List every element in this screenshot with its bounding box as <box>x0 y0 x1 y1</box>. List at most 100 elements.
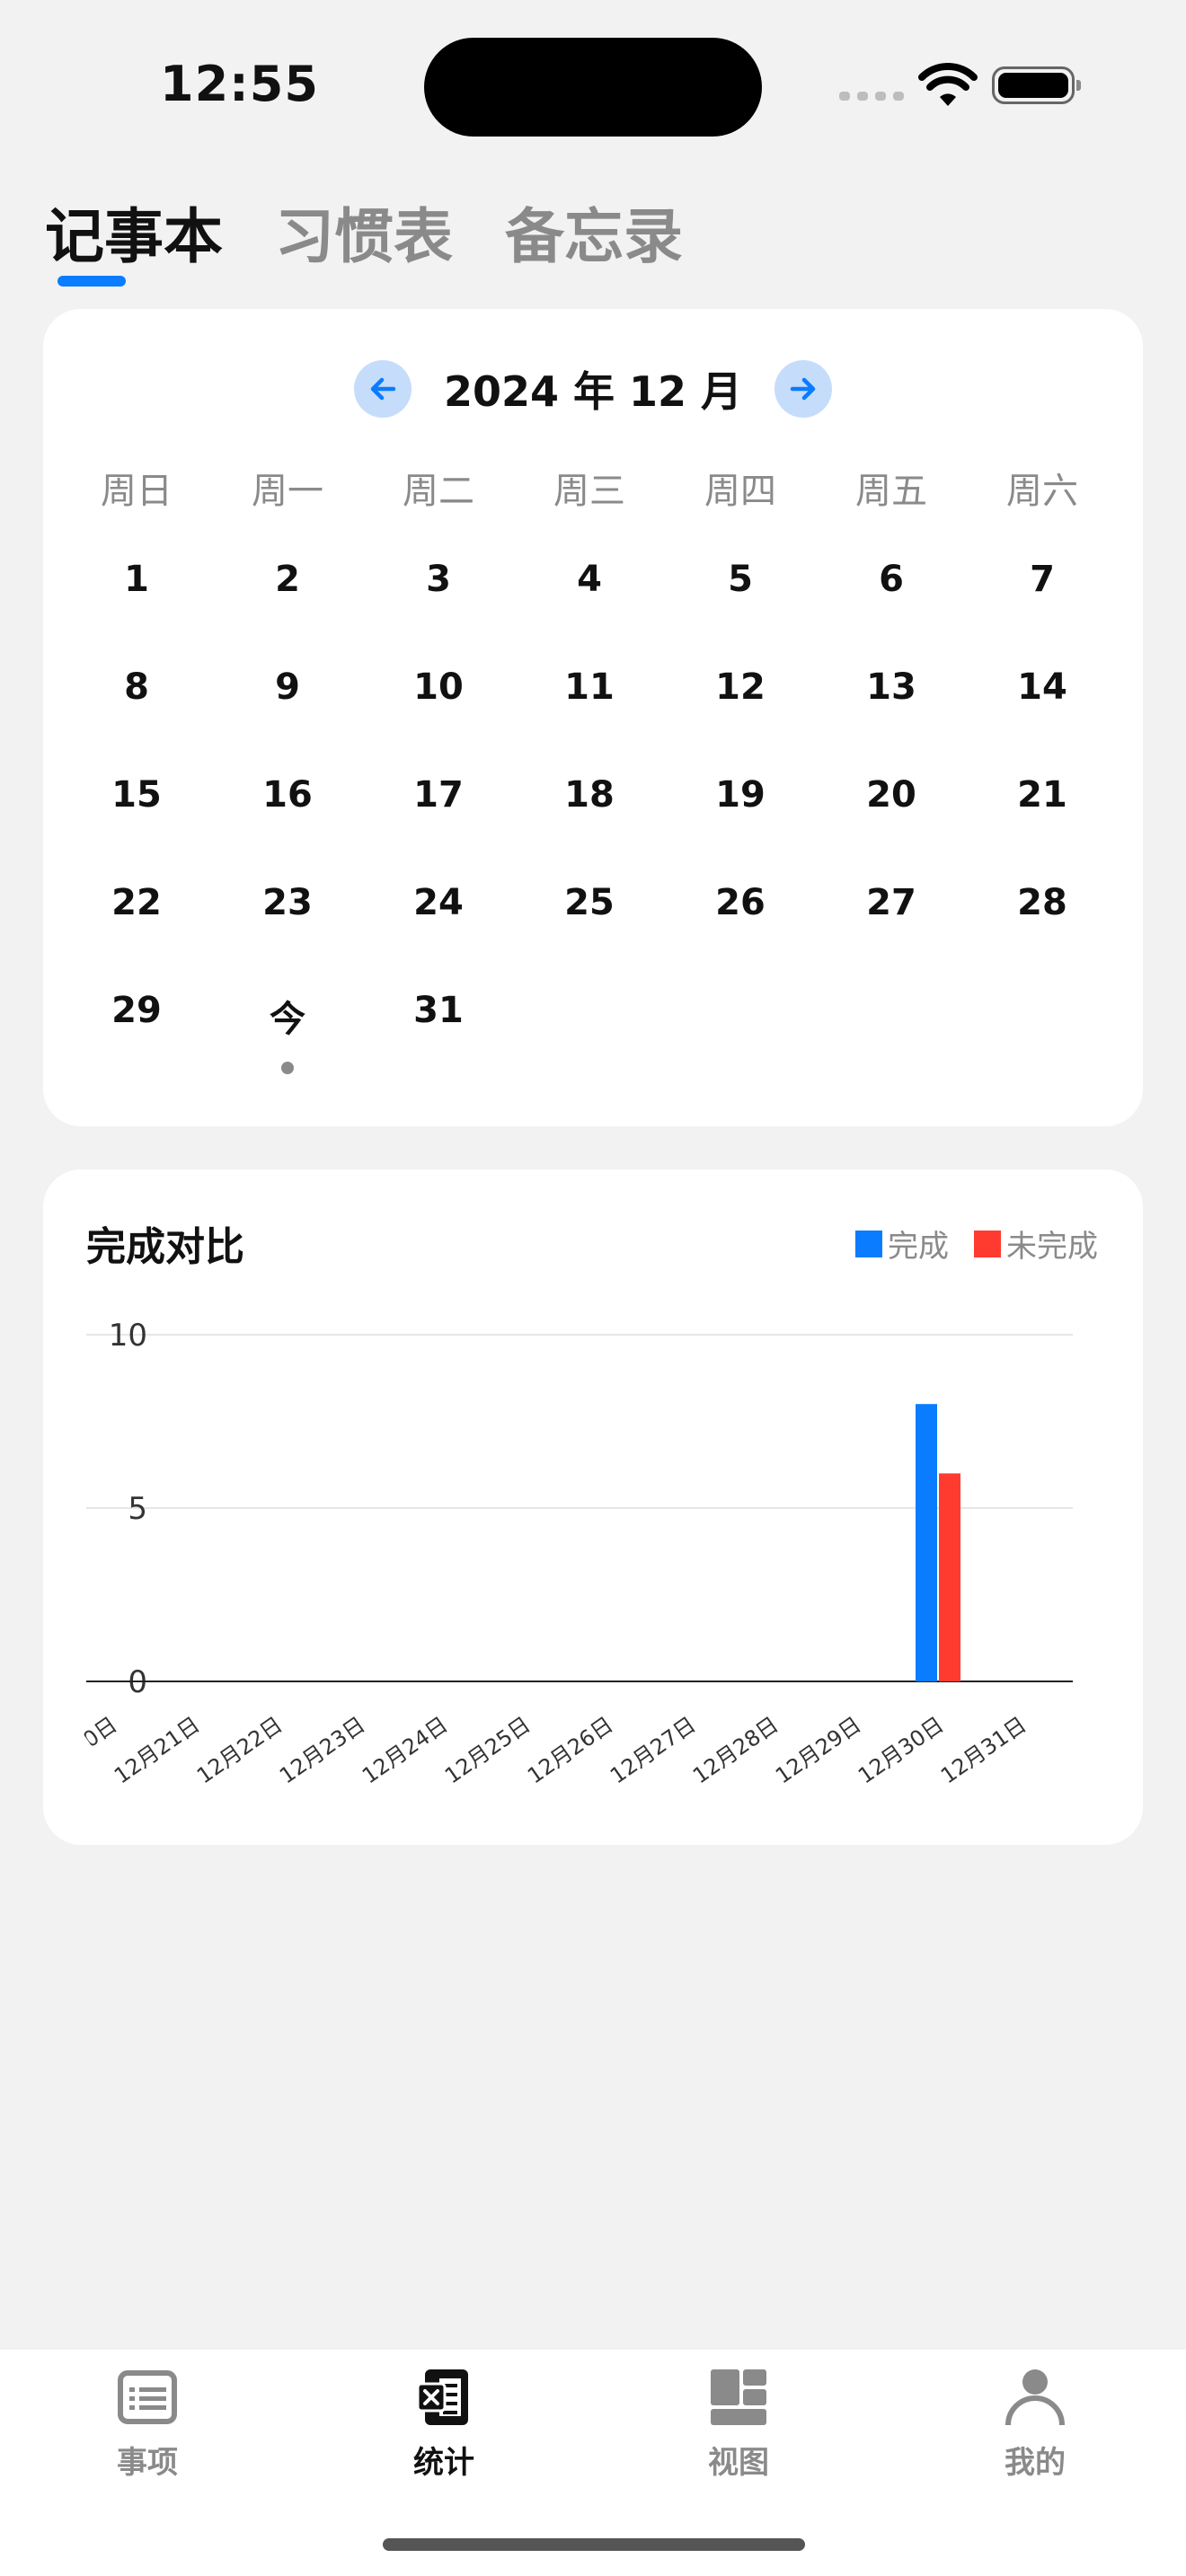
x-tick-label: 12月21日 <box>110 1712 204 1789</box>
tabbar-item-stats[interactable]: 统计 <box>354 2366 534 2482</box>
calendar-day[interactable]: 10 <box>363 666 514 774</box>
next-month-button[interactable] <box>774 360 833 418</box>
calendar-day[interactable]: 23 <box>212 882 363 990</box>
calendar-day-label: 24 <box>413 882 464 923</box>
calendar-day[interactable]: 13 <box>816 666 967 774</box>
month-navigation: 2024 年 12 月 <box>43 359 1143 419</box>
calendar-day[interactable]: 26 <box>665 882 816 990</box>
calendar-day-label: 18 <box>564 774 615 816</box>
calendar-day[interactable]: 15 <box>61 774 212 882</box>
calendar-day[interactable]: 17 <box>363 774 514 882</box>
calendar-day-label: 11 <box>564 666 615 708</box>
home-indicator <box>383 2538 805 2551</box>
month-title: 2024 年 12 月 <box>443 367 743 416</box>
calendar-day-label: 6 <box>879 559 904 600</box>
calendar-day[interactable]: 6 <box>816 559 967 666</box>
x-tick-label: 12月26日 <box>523 1712 617 1789</box>
y-tick-label: 5 <box>128 1491 147 1527</box>
calendar-day[interactable]: 29 <box>61 990 212 1098</box>
calendar-day-label: 29 <box>111 990 162 1031</box>
wifi-icon <box>918 63 978 106</box>
calendar-day[interactable]: 16 <box>212 774 363 882</box>
calendar-day[interactable]: 28 <box>967 882 1118 990</box>
calendar-day[interactable]: 21 <box>967 774 1118 882</box>
calendar-day-label: 22 <box>111 882 162 923</box>
x-tick-label: 12月28日 <box>688 1712 783 1789</box>
tabbar-label-view: 视图 <box>708 2445 769 2481</box>
prev-month-button[interactable] <box>353 360 412 418</box>
bar-chart: 051012月20日12月21日12月22日12月23日12月24日12月25日… <box>43 1318 1073 1789</box>
calendar-day-label: 25 <box>564 882 615 923</box>
tab-memo[interactable]: 备忘录 <box>505 189 683 275</box>
grid-view-icon <box>711 2369 766 2425</box>
x-tick-label: 12月30日 <box>854 1712 948 1789</box>
calendar-day-label: 21 <box>1017 774 1067 816</box>
status-time: 12:55 <box>160 56 319 112</box>
calendar-day[interactable]: 1 <box>61 559 212 666</box>
calendar-day[interactable]: 27 <box>816 882 967 990</box>
calendar-day-label: 20 <box>866 774 916 816</box>
today-dot <box>281 1062 294 1074</box>
weekday-header: 周日 周一 周二 周三 周四 周五 周六 <box>61 462 1118 514</box>
calendar-day[interactable]: 3 <box>363 559 514 666</box>
weekday-label: 周六 <box>1006 471 1078 512</box>
calendar-day[interactable]: 12 <box>665 666 816 774</box>
calendar-day[interactable]: 25 <box>514 882 665 990</box>
tabbar-item-items[interactable]: 事项 <box>58 2366 237 2482</box>
calendar-day[interactable]: 9 <box>212 666 363 774</box>
calendar-day[interactable]: 7 <box>967 559 1118 666</box>
x-tick-label: 12月20日 <box>43 1712 121 1789</box>
calendar-day-label: 10 <box>413 666 464 708</box>
calendar-day-label: 9 <box>275 666 300 708</box>
calendar-day-label: 1 <box>124 559 149 600</box>
weekday-label: 周五 <box>855 471 927 512</box>
weekday-label: 周四 <box>704 471 776 512</box>
tabbar-label-items: 事项 <box>117 2445 178 2481</box>
calendar-day[interactable]: 4 <box>514 559 665 666</box>
calendar-day[interactable]: 18 <box>514 774 665 882</box>
calendar-day-label: 14 <box>1017 666 1067 708</box>
arrow-right-icon <box>790 377 816 401</box>
app-screen: 12:55 记事本 习惯表 备忘录 2024 年 12 月 周日 周一 周二 周… <box>0 0 1186 2576</box>
arrow-left-icon <box>370 377 396 401</box>
tabbar-label-me: 我的 <box>1005 2445 1066 2481</box>
x-tick-label: 12月24日 <box>358 1712 452 1789</box>
weekday-label: 周三 <box>553 471 625 512</box>
calendar-day-label: 3 <box>426 559 451 600</box>
calendar-day-label: 2 <box>275 559 300 600</box>
top-tabs: 记事本 习惯表 备忘录 <box>45 189 683 275</box>
x-tick-label: 12月22日 <box>192 1712 287 1789</box>
calendar-day-label: 8 <box>124 666 149 708</box>
tab-habits[interactable]: 习惯表 <box>275 189 453 275</box>
calendar-day-label: 4 <box>577 559 602 600</box>
calendar-day[interactable]: 5 <box>665 559 816 666</box>
calendar-day-today[interactable]: 今 <box>212 990 363 1098</box>
cellular-signal-icon <box>839 92 904 101</box>
tab-notebook[interactable]: 记事本 <box>45 189 223 275</box>
tabbar-item-view[interactable]: 视图 <box>649 2366 828 2482</box>
person-icon <box>1005 2369 1065 2426</box>
x-tick-label: 12月25日 <box>440 1712 535 1789</box>
calendar-day-label: 16 <box>262 774 313 816</box>
calendar-card: 2024 年 12 月 周日 周一 周二 周三 周四 周五 周六 1 2 3 4 5 6 7 8 9 10 11… <box>43 309 1143 1126</box>
calendar-day[interactable]: 11 <box>514 666 665 774</box>
weekday-label: 周一 <box>252 471 323 512</box>
calendar-day-label: 17 <box>413 774 464 816</box>
calendar-days: 1 2 3 4 5 6 7 8 9 10 11 12 13 14 15 16 17 18 19 20 21 22 23 24 2… <box>61 559 1118 1098</box>
calendar-day[interactable]: 20 <box>816 774 967 882</box>
calendar-day-label: 31 <box>413 990 464 1031</box>
calendar-day-label: 7 <box>1030 559 1055 600</box>
calendar-day[interactable]: 8 <box>61 666 212 774</box>
calendar-day-label: 12 <box>715 666 766 708</box>
weekday-label: 周二 <box>403 471 474 512</box>
calendar-day[interactable]: 22 <box>61 882 212 990</box>
x-tick-label: 12月29日 <box>771 1712 865 1789</box>
calendar-day[interactable]: 19 <box>665 774 816 882</box>
calendar-day[interactable]: 2 <box>212 559 363 666</box>
calendar-day[interactable]: 14 <box>967 666 1118 774</box>
calendar-day[interactable]: 24 <box>363 882 514 990</box>
tabbar-item-me[interactable]: 我的 <box>945 2366 1125 2482</box>
calendar-day[interactable]: 31 <box>363 990 514 1098</box>
calendar-day-label: 5 <box>728 559 753 600</box>
calendar-day-label: 23 <box>262 882 313 923</box>
